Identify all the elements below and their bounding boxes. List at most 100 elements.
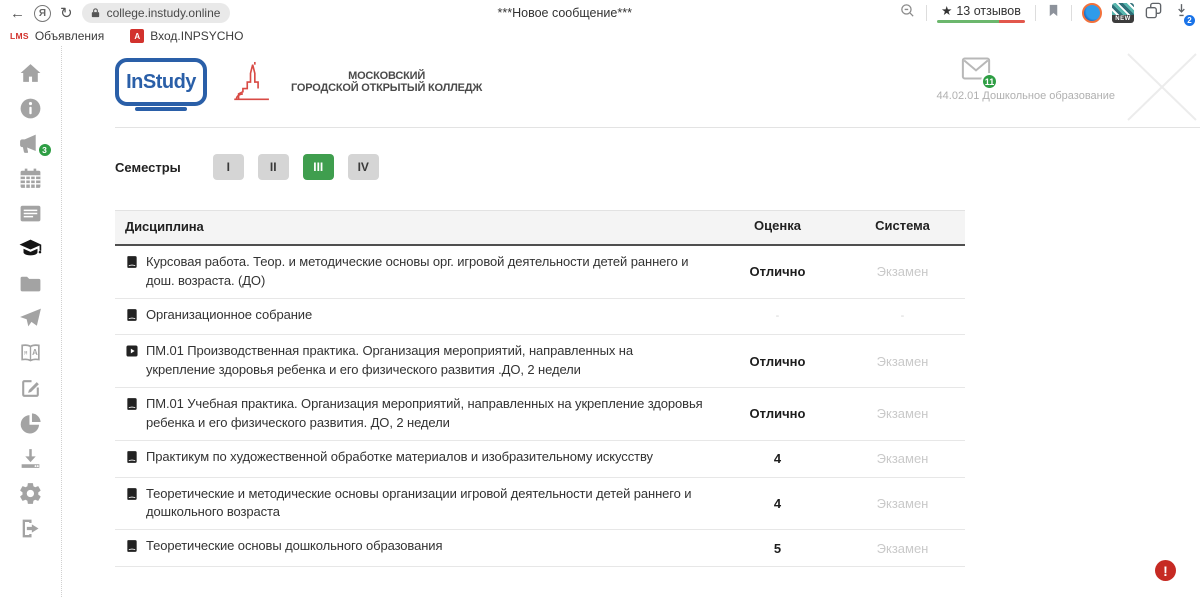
table-row[interactable]: Теоретические основы дошкольного образов… [115,530,965,567]
system-value: Экзамен [840,347,965,376]
bookmark-label: Вход.INPSYCHO [150,29,243,43]
play-icon [125,344,139,380]
logout-icon [18,516,43,541]
paper-plane-icon [18,306,43,331]
bookmark-item-inpsycho[interactable]: A Вход.INPSYCHO [130,29,243,43]
sidebar-item-messages[interactable] [17,305,45,331]
inpsycho-logo-icon: A [130,29,144,43]
grade-value: Отлично [715,257,840,286]
table-row[interactable]: Теоретические и методические основы орга… [115,478,965,531]
svg-text:A: A [32,348,38,357]
extension-icon[interactable] [1144,1,1163,25]
back-icon[interactable]: ← [10,6,25,21]
system-value: Экзамен [840,257,965,286]
sidebar-item-journal[interactable] [17,200,45,226]
book-icon [125,487,139,523]
downloads-badge: 2 [1183,14,1196,27]
semester-button-3[interactable]: III [303,154,334,180]
sidebar-item-courses[interactable] [17,270,45,296]
semester-selector: Семестры I II III IV [115,154,1200,180]
column-discipline: Дисциплина [115,211,715,244]
discipline-name: Практикум по художественной обработке ма… [146,448,653,470]
browser-extension-icon[interactable] [1082,3,1102,23]
reviews-button[interactable]: ★ 13 отзывов [937,3,1025,23]
sidebar-item-logout[interactable] [17,515,45,541]
toolbar-divider [1071,5,1072,21]
announcements-badge: 3 [37,142,53,158]
lms-logo-icon: LMS [10,31,29,41]
instudy-logo-stand [135,107,187,111]
grade-value: 5 [715,534,840,563]
browser-logo-icon[interactable]: Я [34,5,51,22]
discipline-name: ПМ.01 Учебная практика. Организация меро… [146,395,705,433]
table-row[interactable]: Организационное собрание - - [115,299,965,336]
bookmark-icon[interactable] [1046,2,1061,24]
table-row[interactable]: ПМ.01 Производственная практика. Организ… [115,335,965,388]
grade-value: - [715,303,840,329]
table-row[interactable]: Практикум по художественной обработке ма… [115,441,965,478]
edit-icon [18,376,43,401]
semesters-label: Семестры [115,160,181,175]
alert-button[interactable]: ! [1155,560,1176,581]
pie-chart-icon [18,411,43,436]
search-icon[interactable] [899,2,916,24]
address-bar[interactable]: college.instudy.online [82,3,231,23]
sidebar-item-edit[interactable] [17,375,45,401]
table-row[interactable]: ПМ.01 Учебная практика. Организация меро… [115,388,965,441]
lock-icon [90,7,101,19]
list-icon [18,201,43,226]
reviews-rating-bar [937,20,1025,23]
avatar-placeholder [1124,48,1200,124]
refresh-icon[interactable]: ↻ [60,6,73,21]
folder-icon [18,271,43,296]
star-icon: ★ [941,3,952,18]
svg-text:я: я [24,349,28,356]
book-icon [125,255,139,291]
gear-icon [18,481,43,506]
sidebar-item-announcements[interactable]: 3 [17,130,45,156]
semester-button-4[interactable]: IV [348,154,379,180]
url-text: college.instudy.online [107,6,221,20]
sidebar-item-grades[interactable] [17,235,45,261]
sidebar-item-language[interactable]: Aя [17,340,45,366]
mail-button[interactable]: 11 [961,56,991,86]
bookmark-item-lms[interactable]: LMS Объявления [10,29,104,43]
discipline-name: ПМ.01 Производственная практика. Организ… [146,342,705,380]
sidebar-item-settings[interactable] [17,480,45,506]
toolbar-divider [1035,5,1036,21]
instudy-logo[interactable]: InStudy [115,58,207,106]
main-content: InStudy МОСКОВСКИЙ ГОРОДСКОЙ ОТКРЫТЫЙ КО… [62,46,1200,597]
reviews-count: 13 отзывов [956,4,1021,18]
table-row[interactable]: Курсовая работа. Теор. и методические ос… [115,246,965,299]
table-header: Дисциплина Оценка Система [115,210,965,246]
book-icon [125,450,139,470]
instudy-logo-text: InStudy [126,71,196,94]
sidebar-item-info[interactable] [17,95,45,121]
home-icon [18,61,43,86]
browser-toolbar: ← Я ↻ college.instudy.online ***Новое со… [0,0,1200,26]
college-tower-icon [231,60,283,104]
exclamation-icon: ! [1163,563,1168,579]
grade-value: 4 [715,444,840,473]
discipline-name: Организационное собрание [146,306,312,328]
grade-value: 4 [715,489,840,518]
new-extension-icon[interactable]: NEW [1112,3,1134,23]
downloads-button[interactable]: 2 [1173,2,1190,24]
bookmark-label: Объявления [35,29,104,43]
tab-title[interactable]: ***Новое сообщение*** [239,6,890,20]
sidebar-item-calendar[interactable] [17,165,45,191]
sidebar-item-statistics[interactable] [17,410,45,436]
grade-value: Отлично [715,399,840,428]
college-logo: МОСКОВСКИЙ ГОРОДСКОЙ ОТКРЫТЫЙ КОЛЛЕДЖ [231,60,482,104]
book-icon [125,539,139,559]
sidebar: 3 Aя [0,46,62,597]
column-grade: Оценка [715,211,840,244]
program-code: 44.02.01 Дошкольное образование [937,90,1115,102]
discipline-name: Теоретические основы дошкольного образов… [146,537,442,559]
semester-button-1[interactable]: I [213,154,244,180]
sidebar-item-downloads[interactable] [17,445,45,471]
semester-button-2[interactable]: II [258,154,289,180]
system-value: Экзамен [840,489,965,518]
sidebar-item-home[interactable] [17,60,45,86]
calendar-icon [18,166,43,191]
